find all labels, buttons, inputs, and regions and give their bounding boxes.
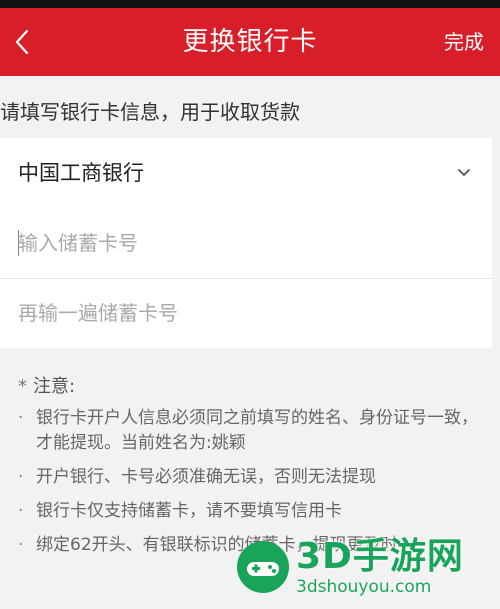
list-item: · 绑定62开头、有银联标识的储蓄卡，提现更及时 xyxy=(18,533,488,558)
form-hint: 请填写银行卡信息，用于收取货款 xyxy=(0,100,300,124)
card-number-row xyxy=(0,208,492,279)
notes-section: * 注意: · 银行卡开户人信息必须同之前填写的姓名、身份证号一致，才能提现。当前姓… xyxy=(18,372,488,567)
note-text: 开户银行、卡号必须准确无误，否则无法提现 xyxy=(36,467,376,487)
bullet-icon: · xyxy=(18,408,24,428)
notes-title-text: 注意: xyxy=(33,376,76,397)
note-text: 绑定62开头、有银联标识的储蓄卡，提现更及时 xyxy=(36,535,398,555)
bullet-icon: · xyxy=(18,535,24,555)
bank-select[interactable]: 中国工商银行 xyxy=(0,138,492,208)
notes-title: * 注意: xyxy=(18,372,488,398)
note-text: 银行卡仅支持储蓄卡，请不要填写信用卡 xyxy=(36,501,342,521)
list-item: · 银行卡开户人信息必须同之前填写的姓名、身份证号一致，才能提现。当前姓名为:姚颖 xyxy=(18,406,488,456)
asterisk-icon: * xyxy=(18,376,27,397)
bullet-icon: · xyxy=(18,467,24,487)
top-bar: 更换银行卡 完成 xyxy=(0,8,500,76)
note-text: 银行卡开户人信息必须同之前填写的姓名、身份证号一致，才能提现。当前姓名为:姚颖 xyxy=(36,408,478,453)
status-bar xyxy=(0,0,500,8)
bank-select-value: 中国工商银行 xyxy=(18,161,144,185)
watermark-url: 3dshouyou.com xyxy=(296,577,432,597)
chevron-down-icon xyxy=(458,169,470,176)
page-title: 更换银行卡 xyxy=(182,27,318,57)
card-number-input[interactable] xyxy=(16,221,458,265)
list-item: · 银行卡仅支持储蓄卡，请不要填写信用卡 xyxy=(18,499,488,524)
done-button[interactable]: 完成 xyxy=(444,8,484,76)
bank-card-form: 中国工商银行 xyxy=(0,138,492,348)
text-cursor xyxy=(18,230,19,256)
bullet-icon: · xyxy=(18,501,24,521)
list-item: · 开户银行、卡号必须准确无误，否则无法提现 xyxy=(18,465,488,490)
card-number-confirm-input[interactable] xyxy=(16,291,458,335)
card-number-confirm-row xyxy=(0,278,492,348)
